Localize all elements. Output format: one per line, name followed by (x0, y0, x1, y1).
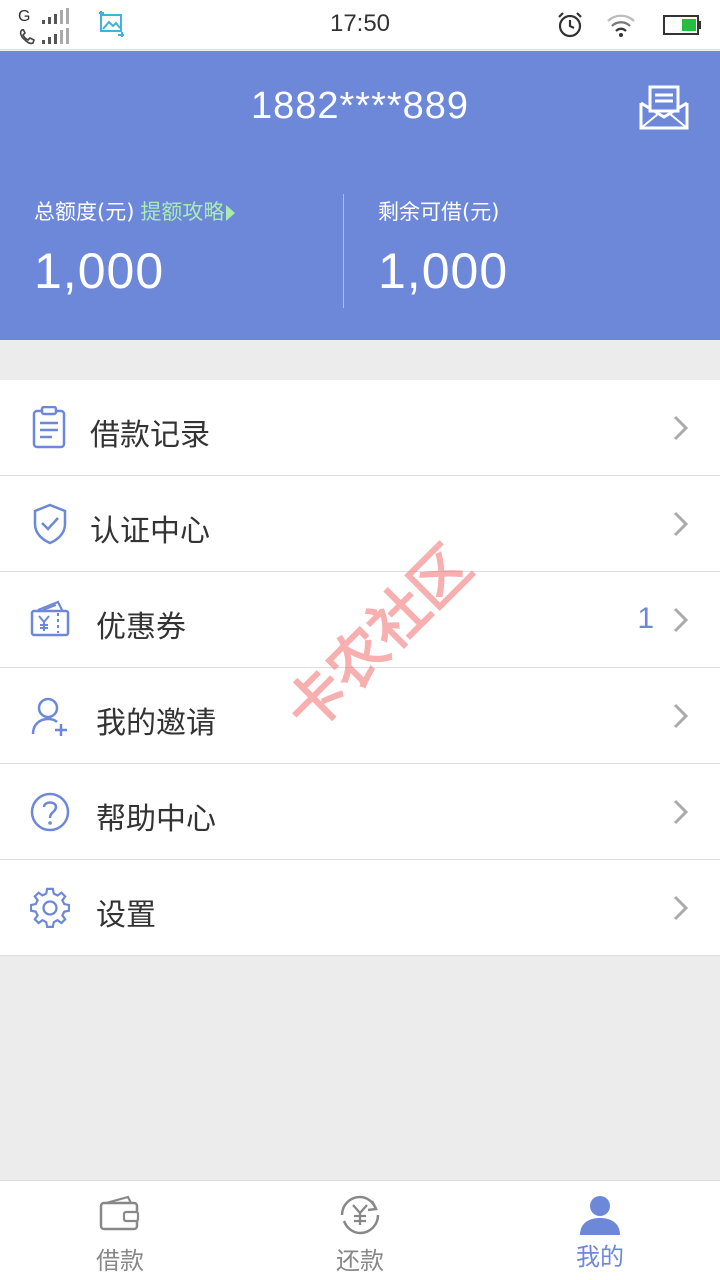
menu-item-invitations[interactable]: 我的邀请 (0, 668, 720, 764)
remaining-credit-value: 1,000 (378, 243, 509, 299)
tab-mine[interactable]: 我的 (480, 1181, 720, 1280)
chevron-right-icon (673, 703, 689, 729)
menu-label: 优惠券 (96, 610, 186, 645)
menu-label: 我的邀请 (96, 706, 216, 741)
total-credit-block: 总额度(元) 提额攻略 1,000 (34, 196, 236, 300)
user-icon (580, 1196, 620, 1235)
coupon-icon (30, 600, 70, 637)
user-add-icon (31, 697, 67, 736)
play-arrow-icon (226, 205, 236, 221)
menu-item-verification[interactable]: 认证中心 (0, 476, 720, 572)
chevron-right-icon (673, 415, 689, 441)
yen-refresh-icon (340, 1195, 380, 1235)
total-credit-label: 总额度(元) (34, 200, 135, 224)
wallet-icon (99, 1195, 140, 1231)
chevron-right-icon (673, 799, 689, 825)
alarm-icon (558, 12, 582, 38)
account-phone: 1882****889 (250, 85, 470, 127)
battery-icon (663, 15, 701, 35)
menu-item-settings[interactable]: 设置 (0, 860, 720, 956)
tab-borrow[interactable]: 借款 (0, 1181, 240, 1280)
menu-label: 帮助中心 (96, 802, 216, 837)
header-divider (343, 194, 344, 308)
chevron-right-icon (673, 895, 689, 921)
account-header: 1882****889 总额度(元) 提额攻略 1,000 剩余可借(元) 1,0… (0, 51, 720, 340)
tab-label: 还款 (336, 1247, 384, 1275)
raise-credit-link[interactable]: 提额攻略 (140, 200, 224, 224)
menu-item-help-center[interactable]: 帮助中心 (0, 764, 720, 860)
menu-list: 借款记录 认证中心 优惠券 1 我的邀请 帮助中心 设置 (0, 380, 720, 956)
menu-item-coupons[interactable]: 优惠券 1 (0, 572, 720, 668)
gear-icon (30, 887, 70, 928)
total-credit-value: 1,000 (34, 243, 165, 299)
shield-check-icon (33, 503, 67, 545)
menu-label: 设置 (96, 898, 156, 933)
tab-label: 借款 (96, 1247, 144, 1275)
question-icon (30, 792, 70, 832)
chevron-right-icon (673, 511, 689, 537)
message-inbox-icon[interactable] (638, 83, 690, 131)
clipboard-icon (32, 406, 66, 449)
tab-label: 我的 (576, 1243, 624, 1271)
coupon-count-badge: 1 (637, 602, 654, 635)
chevron-right-icon (673, 607, 689, 633)
menu-item-loan-records[interactable]: 借款记录 (0, 380, 720, 476)
bottom-nav: 借款 还款 我的 (0, 1180, 720, 1280)
remaining-credit-block: 剩余可借(元) 1,000 (378, 196, 508, 300)
status-bar: G 17:50 (0, 0, 720, 50)
menu-label: 认证中心 (90, 514, 210, 549)
remaining-credit-label: 剩余可借(元) (378, 200, 500, 224)
wifi-icon (607, 14, 635, 37)
menu-label: 借款记录 (90, 418, 210, 453)
tab-repay[interactable]: 还款 (240, 1181, 480, 1280)
